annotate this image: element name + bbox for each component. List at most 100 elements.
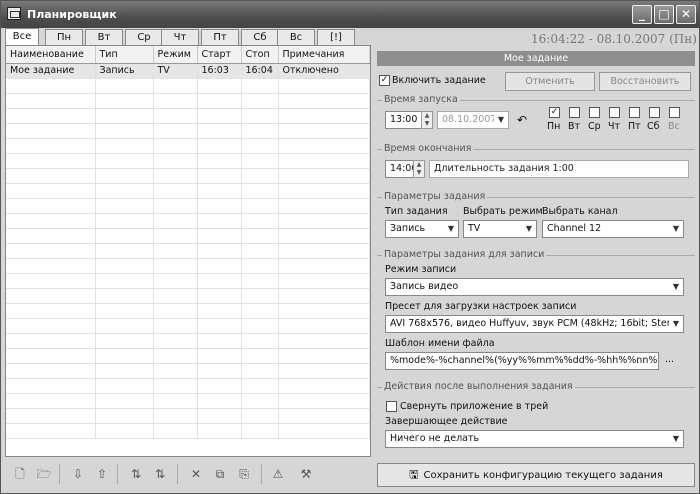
delete-icon[interactable]: ✕	[187, 465, 205, 483]
duration-field: Длительность задания 1:00	[429, 160, 689, 178]
tab-mon[interactable]: Пн	[45, 29, 83, 46]
day-checkbox-sun[interactable]	[669, 107, 680, 118]
close-icon[interactable]: ✕	[676, 5, 696, 24]
day-label: Пн	[547, 121, 561, 132]
tab-sun[interactable]: Вс	[277, 29, 315, 46]
mode-label: Выбрать режим	[463, 206, 543, 217]
move-up-icon[interactable]: ⇧	[93, 465, 111, 483]
empty-row	[6, 213, 370, 229]
chevron-down-icon[interactable]: ▼	[669, 221, 683, 237]
save-config-button[interactable]: 🖫 Сохранить конфигурацию текущего задания	[377, 463, 695, 487]
task-grid[interactable]: Наименование Тип Режим Старт Стоп Примеч…	[5, 45, 371, 457]
undo-icon[interactable]: ↶	[517, 113, 527, 127]
tab-errors[interactable]: [!]	[317, 29, 355, 46]
cell-type: Запись	[95, 63, 154, 79]
new-task-icon[interactable]: 🗋	[11, 465, 29, 483]
save-config-label: Сохранить конфигурацию текущего задания	[423, 470, 663, 481]
tools-icon[interactable]: ⚒	[297, 465, 315, 483]
scheduler-window: Планировщик _ □ ✕ Все Пн Вт Ср Чт Пт Сб …	[0, 0, 700, 494]
preset-select[interactable]: AVI 768x576, видео Huffyuv, звук PCM (48…	[385, 315, 684, 333]
minimize-icon[interactable]: _	[632, 5, 652, 24]
restore-button[interactable]: Восстановить	[599, 72, 691, 91]
grid-toolbar: 🗋 🗁 ⇩ ⇧ ⇅ ⇅ ✕ ⧉ ⎘ ⚠ ⚒	[5, 461, 371, 489]
cell-notes: Отключено	[278, 63, 370, 79]
record-mode-value: Запись видео	[390, 281, 459, 292]
channel-label: Выбрать канал	[542, 206, 618, 217]
toolbar-separator	[59, 464, 60, 484]
mode-select[interactable]: TV ▼	[463, 220, 537, 238]
day-label: Вт	[568, 121, 581, 132]
empty-row	[6, 198, 370, 214]
empty-row	[6, 273, 370, 289]
preset-label: Пресет для загрузки настроек записи	[385, 301, 577, 312]
end-group-title: Время окончания	[382, 143, 474, 154]
day-checkbox-sat[interactable]	[649, 107, 660, 118]
col-type[interactable]: Тип	[95, 46, 154, 64]
empty-row	[6, 348, 370, 364]
col-mode[interactable]: Режим	[153, 46, 198, 64]
scheduler-icon	[7, 7, 21, 20]
sort-asc-icon[interactable]: ⇅	[127, 465, 145, 483]
day-label: Пт	[628, 121, 641, 132]
record-mode-label: Режим записи	[385, 264, 457, 275]
mode-value: TV	[468, 223, 481, 234]
empty-row	[6, 243, 370, 259]
empty-row	[6, 93, 370, 109]
minimize-to-tray-checkbox[interactable]	[386, 401, 397, 412]
empty-row	[6, 138, 370, 154]
empty-row	[6, 168, 370, 184]
empty-row	[6, 288, 370, 304]
day-checkbox-mon[interactable]: ✓	[549, 107, 560, 118]
empty-row	[6, 183, 370, 199]
tab-wed[interactable]: Ср	[125, 29, 163, 46]
toolbar-separator	[117, 464, 118, 484]
type-select[interactable]: Запись ▼	[385, 220, 459, 238]
start-time-spinner[interactable]: ▲ ▼	[421, 111, 433, 129]
day-checkbox-tue[interactable]	[569, 107, 580, 118]
empty-row	[6, 153, 370, 169]
col-name[interactable]: Наименование	[6, 46, 96, 64]
paste-icon[interactable]: ⎘	[235, 465, 253, 483]
col-notes[interactable]: Примечания	[278, 46, 370, 64]
chevron-down-icon[interactable]: ▼	[669, 316, 683, 332]
final-action-label: Завершающее действие	[385, 416, 508, 427]
channel-select[interactable]: Channel 12 ▼	[542, 220, 684, 238]
move-down-icon[interactable]: ⇩	[69, 465, 87, 483]
day-checkbox-thu[interactable]	[609, 107, 620, 118]
open-icon[interactable]: 🗁	[35, 465, 53, 483]
chevron-down-icon[interactable]: ▼	[444, 221, 458, 237]
end-time-spinner[interactable]: ▲ ▼	[413, 160, 425, 178]
chevron-down-icon[interactable]: ▼	[669, 431, 683, 447]
empty-row	[6, 318, 370, 334]
tab-all[interactable]: Все	[5, 28, 39, 46]
col-start[interactable]: Старт	[197, 46, 242, 64]
maximize-icon[interactable]: □	[654, 5, 674, 24]
task-panel-title: Мое задание	[377, 51, 695, 66]
col-stop[interactable]: Стоп	[241, 46, 279, 64]
after-group-title: Действия после выполнения задания	[382, 381, 575, 392]
template-input[interactable]: %mode%-%channel%(%yy%%mm%%dd%-%hh%%nn%) …	[385, 352, 659, 370]
day-checkbox-wed[interactable]	[589, 107, 600, 118]
chevron-down-icon[interactable]: ▼	[669, 279, 683, 295]
record-mode-select[interactable]: Запись видео ▼	[385, 278, 684, 296]
sort-desc-icon[interactable]: ⇅	[151, 465, 169, 483]
day-label: Чт	[608, 121, 621, 132]
tab-tue[interactable]: Вт	[85, 29, 123, 46]
day-checkbox-fri[interactable]	[629, 107, 640, 118]
cancel-button[interactable]: Отменить	[505, 72, 595, 91]
day-label: Сб	[647, 121, 660, 132]
chevron-down-icon[interactable]: ▼	[522, 221, 536, 237]
tab-fri[interactable]: Пт	[201, 29, 239, 46]
browse-button[interactable]: ...	[665, 354, 674, 365]
start-date-field[interactable]: 08.10.2007 ▼	[437, 111, 509, 129]
record-group-title: Параметры задания для записи	[382, 249, 547, 260]
table-row[interactable]: Мое задание Запись TV 16:03 16:04 Отключ…	[6, 63, 370, 79]
tab-sat[interactable]: Сб	[241, 29, 279, 46]
warning-icon[interactable]: ⚠	[269, 465, 287, 483]
final-action-select[interactable]: Ничего не делать ▼	[385, 430, 684, 448]
copy-icon[interactable]: ⧉	[211, 465, 229, 483]
template-label: Шаблон имени файла	[385, 338, 495, 349]
chevron-down-icon[interactable]: ▼	[494, 112, 508, 128]
tab-thu[interactable]: Чт	[161, 29, 199, 46]
enable-checkbox[interactable]: ✓	[379, 75, 390, 86]
